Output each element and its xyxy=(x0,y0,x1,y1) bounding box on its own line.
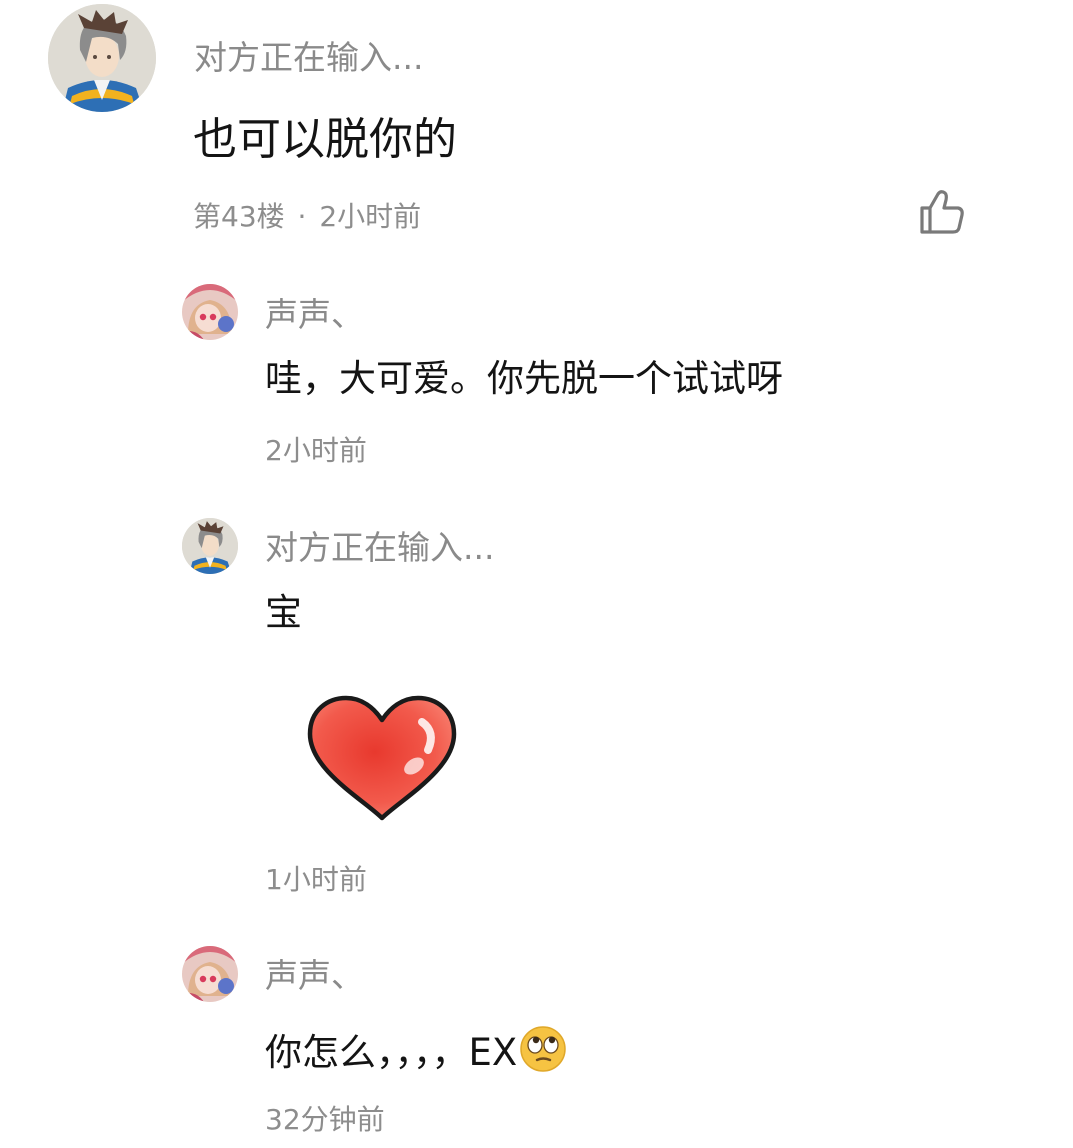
meta-separator: · xyxy=(297,200,307,233)
reply-time: 1小时前 xyxy=(265,863,367,896)
like-button[interactable] xyxy=(918,188,966,236)
floor-number: 第43楼 xyxy=(193,200,285,233)
reply-text: 宝 xyxy=(265,591,302,634)
girl-avatar-image xyxy=(182,946,238,1002)
reply-avatar[interactable] xyxy=(182,284,238,340)
heart-sticker[interactable] xyxy=(304,692,460,824)
reply-author[interactable]: 对方正在输入... xyxy=(265,528,494,568)
main-comment-author[interactable]: 对方正在输入... xyxy=(194,38,423,78)
reply-author[interactable]: 声声、 xyxy=(265,295,364,335)
reply-text: 哇，大可爱。你先脱一个试试呀 xyxy=(265,357,783,400)
reply-time: 2小时前 xyxy=(265,434,367,467)
comment-time: 2小时前 xyxy=(319,200,422,233)
character-avatar-image xyxy=(182,518,238,574)
reply-content: 你怎么，，，，EX xyxy=(265,1025,567,1084)
reply-author[interactable]: 声声、 xyxy=(265,956,364,996)
reply-time: 32分钟前 xyxy=(265,1103,385,1136)
reply-text: 你怎么，，，，EX xyxy=(265,1031,518,1074)
reply-avatar[interactable] xyxy=(182,946,238,1002)
reply-avatar[interactable] xyxy=(182,518,238,574)
main-comment-avatar[interactable] xyxy=(48,4,156,112)
thumbs-up-icon xyxy=(920,190,964,234)
eye-roll-emoji xyxy=(519,1025,567,1084)
heart-icon xyxy=(307,695,457,821)
main-comment-meta: 第43楼 · 2小时前 xyxy=(193,200,421,234)
girl-avatar-image xyxy=(182,284,238,340)
main-comment-text: 也可以脱你的 xyxy=(193,114,457,165)
character-avatar-image xyxy=(48,4,156,112)
